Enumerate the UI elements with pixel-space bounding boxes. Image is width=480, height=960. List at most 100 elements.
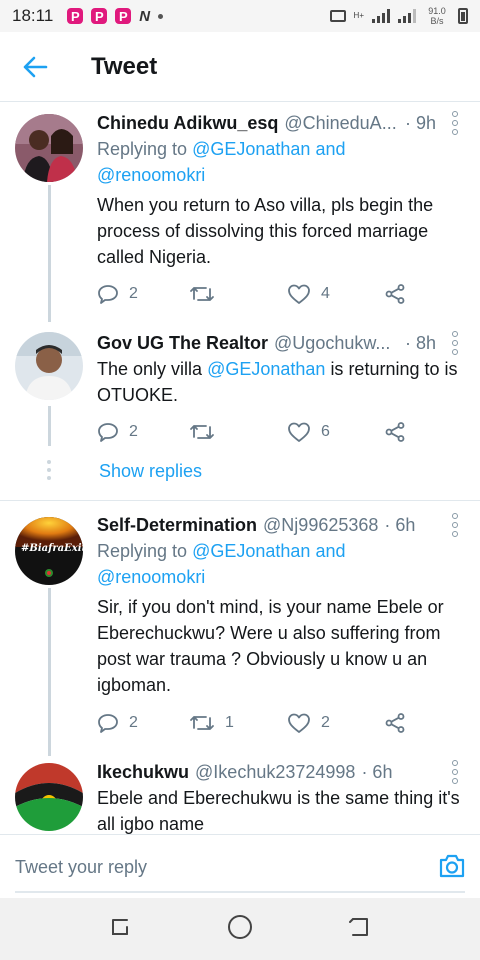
thread-line	[48, 406, 51, 446]
mention-link[interactable]: @renoomokri	[97, 567, 205, 587]
avatar[interactable]: #BiafraExit	[15, 517, 83, 585]
back-button[interactable]	[0, 32, 70, 102]
more-notifications-icon	[158, 13, 164, 19]
signal-icon	[372, 9, 390, 23]
tweet-actions: 2 4	[97, 282, 407, 306]
recent-apps-icon	[111, 918, 128, 935]
page-title: Tweet	[91, 52, 158, 80]
retweet-icon	[190, 287, 214, 301]
camera-button[interactable]	[438, 853, 466, 884]
show-replies-link[interactable]: Show replies	[99, 461, 202, 482]
like-button[interactable]: 2	[287, 712, 330, 734]
tweet[interactable]: Gov UG The Realtor @Ugochukw... · 8h The…	[0, 313, 480, 501]
input-underline	[15, 891, 465, 893]
like-button[interactable]: 6	[287, 421, 330, 443]
camera-icon	[439, 854, 465, 878]
thread-line	[48, 185, 51, 313]
tweet[interactable]: Chinedu Adikwu_esq @ChineduA... · 9h Rep…	[0, 103, 480, 313]
retweet-icon	[190, 425, 214, 439]
divider	[0, 500, 480, 501]
recent-apps-button[interactable]	[107, 914, 133, 945]
more-icon[interactable]	[444, 111, 466, 135]
back-nav-button[interactable]	[347, 914, 373, 945]
tweet-time: · 6h	[361, 761, 393, 782]
n-notification-icon: N	[139, 7, 151, 25]
tweet-time: · 6h	[384, 514, 416, 535]
tweet-text: Ebele and Eberechukwu is the same thing …	[97, 788, 460, 834]
status-time: 18:11	[12, 6, 54, 25]
app-notification-icon: P	[67, 8, 84, 24]
author-name[interactable]: Ikechukwu	[97, 762, 189, 783]
author-handle[interactable]: @Ikechuk23724998	[195, 762, 355, 783]
retweet-count: 1	[225, 714, 234, 731]
reply-input[interactable]: Tweet your reply	[15, 857, 147, 878]
tweet-text: When you return to Aso villa, pls begin …	[97, 195, 434, 267]
retweet-button[interactable]: 1	[189, 712, 234, 734]
replying-to-and[interactable]: and	[315, 541, 345, 561]
more-icon[interactable]	[444, 760, 466, 784]
tweet[interactable]: #BiafraExit Self-Determination @Nj996253…	[0, 506, 480, 756]
mention-link[interactable]: @GEJonathan	[207, 359, 325, 379]
back-arrow-icon	[23, 56, 48, 77]
like-icon	[288, 713, 310, 733]
vibrate-icon	[329, 10, 346, 22]
reply-icon	[98, 423, 118, 442]
app-notification-icon: P	[115, 8, 132, 24]
speed-unit: B/s	[430, 16, 444, 26]
author-name[interactable]: Gov UG The Realtor	[97, 333, 268, 354]
reply-button[interactable]: 2	[97, 283, 138, 305]
author-name[interactable]: Self-Determination	[97, 515, 257, 536]
avatar[interactable]	[15, 332, 83, 400]
replying-to-and[interactable]: and	[315, 139, 345, 159]
signal-icon-2	[398, 9, 416, 23]
avatar-text: #BiafraExit	[21, 543, 83, 554]
thread-dots	[47, 460, 51, 480]
mention-link[interactable]: @GEJonathan	[192, 541, 310, 561]
tweet-actions: 2 6	[97, 420, 407, 444]
share-icon	[385, 284, 405, 304]
replying-to: Replying to @GEJonathan and @renoomokri	[97, 538, 460, 590]
tweet-time: · 9h	[404, 112, 436, 133]
system-nav-bar	[0, 898, 480, 960]
author-handle[interactable]: @Ugochukw...	[274, 333, 399, 354]
like-button[interactable]: 4	[287, 283, 330, 305]
retweet-button[interactable]	[189, 421, 225, 443]
share-icon	[385, 713, 405, 733]
avatar[interactable]	[15, 763, 83, 831]
speed-value: 91.0	[428, 6, 446, 16]
retweet-button[interactable]	[189, 283, 225, 305]
app-header: Tweet	[0, 32, 480, 102]
tweet-time: · 8h	[404, 332, 436, 353]
battery-icon	[458, 8, 468, 24]
author-handle[interactable]: @Nj99625368	[263, 515, 378, 536]
reply-count: 2	[129, 714, 138, 731]
share-button[interactable]	[384, 421, 406, 443]
author-handle[interactable]: @ChineduA...	[284, 113, 399, 134]
author-name[interactable]: Chinedu Adikwu_esq	[97, 113, 278, 134]
mention-link[interactable]: @GEJonathan	[192, 139, 310, 159]
reply-icon	[98, 285, 118, 304]
notification-icons: P P P N	[67, 7, 164, 25]
more-icon[interactable]	[444, 331, 466, 355]
mention-link[interactable]: @renoomokri	[97, 165, 205, 185]
thread-line	[48, 313, 51, 322]
tweet-text: Sir, if you don't mind, is your name Ebe…	[97, 597, 444, 695]
reply-count: 2	[129, 423, 138, 440]
home-button[interactable]	[226, 913, 254, 946]
share-button[interactable]	[384, 712, 406, 734]
avatar[interactable]	[15, 114, 83, 182]
tweet-text: The only villa @GEJonathan is returning …	[97, 356, 466, 408]
tweet[interactable]: Ikechukwu @Ikechuk23724998 · 6h Ebele an…	[0, 758, 480, 834]
back-nav-icon	[349, 917, 369, 936]
status-bar: 18:11 P P P N H+ 91.0 B/s	[0, 0, 480, 32]
app-notification-icon: P	[91, 8, 108, 24]
share-button[interactable]	[384, 283, 406, 305]
reply-button[interactable]: 2	[97, 421, 138, 443]
reply-button[interactable]: 2	[97, 712, 138, 734]
more-icon[interactable]	[444, 513, 466, 537]
like-icon	[288, 422, 310, 442]
replying-to-label: Replying to	[97, 541, 188, 561]
network-speed: 91.0 B/s	[424, 6, 450, 26]
home-icon	[227, 914, 252, 939]
share-icon	[385, 422, 405, 442]
